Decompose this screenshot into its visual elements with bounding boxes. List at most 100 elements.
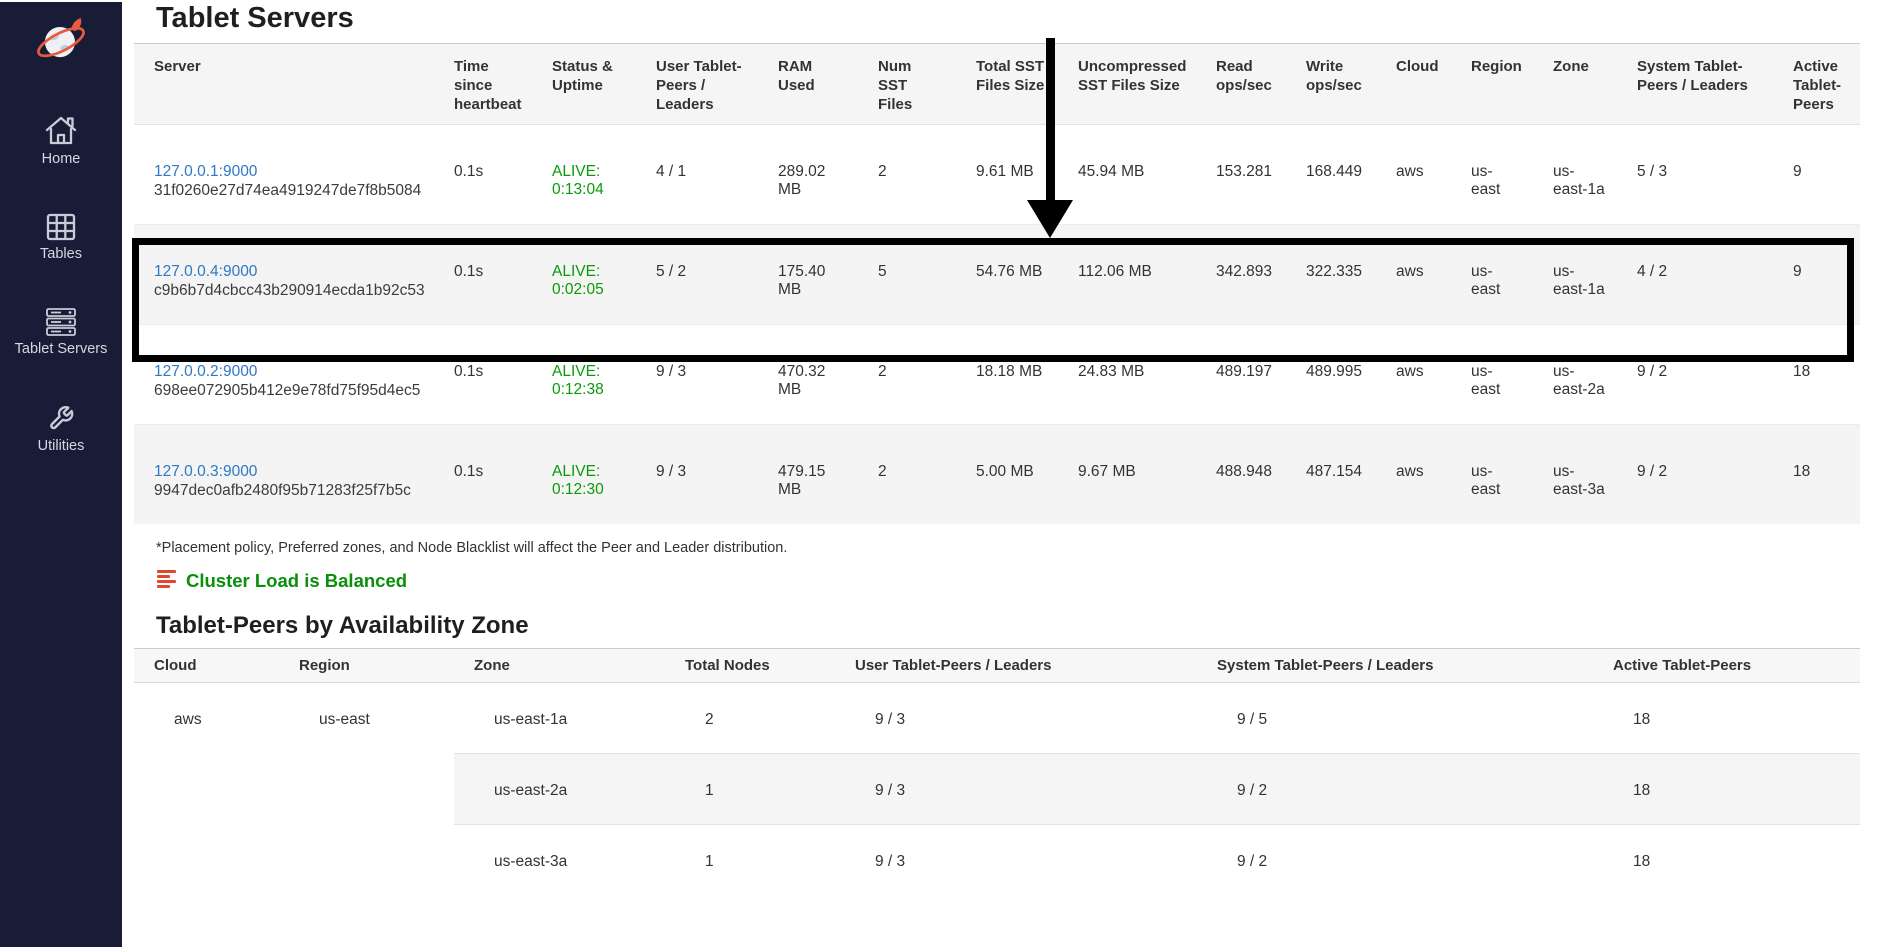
col-num-sst: Num SST Files [858,44,956,125]
read-ops-cell: 489.197 [1196,325,1286,425]
sidebar-item-tablet-servers[interactable]: Tablet Servers [15,306,108,357]
active-peers-cell: 18 [1593,825,1860,896]
num-sst-cell: 5 [858,225,956,325]
sidebar-item-utilities[interactable]: Utilities [38,401,85,454]
col-status: Status & Uptime [532,44,636,125]
total-sst-cell: 54.76 MB [956,225,1058,325]
sidebar-item-label: Home [42,151,81,167]
user-peers-cell: 4 / 1 [636,125,758,225]
zone-cell: us-east-1a [1533,125,1617,225]
user-peers-cell: 9 / 3 [636,325,758,425]
col-system-peers: System Tablet-Peers / Leaders [1197,649,1593,683]
col-user-peers: User Tablet-Peers / Leaders [636,44,758,125]
tablet-servers-table: Server Time since heartbeat Status & Upt… [134,43,1860,524]
server-uuid: 698ee072905b412e9e78fd75f95d4ec5 [154,382,422,400]
heartbeat-cell: 0.1s [434,425,532,525]
heartbeat-cell: 0.1s [434,325,532,425]
cluster-balance-status: Cluster Load is Balanced [156,568,1878,594]
server-uuid: 9947dec0afb2480f95b71283f25f7b5c [154,482,422,500]
server-stack-icon [43,306,79,338]
home-icon [43,114,79,148]
status-cell: ALIVE: 0:13:04 [532,125,636,225]
active-peers-cell: 18 [1773,325,1860,425]
user-peers-cell: 9 / 3 [835,825,1197,896]
col-uncompressed-sst: Uncompressed SST Files Size [1058,44,1196,125]
user-peers-cell: 9 / 3 [636,425,758,525]
num-sst-cell: 2 [858,125,956,225]
zone-cell: us-east-2a [454,754,665,825]
col-active-peers: Active Tablet-Peers [1593,649,1860,683]
user-peers-cell: 9 / 3 [835,754,1197,825]
write-ops-cell: 322.335 [1286,225,1376,325]
total-sst-cell: 18.18 MB [956,325,1058,425]
sidebar-item-tables[interactable]: Tables [40,211,82,262]
server-uuid: c9b6b7d4cbcc43b290914ecda1b92c53 [154,282,422,300]
col-system-peers: System Tablet-Peers / Leaders [1617,44,1773,125]
zone-row: aws us-east us-east-1a 2 9 / 3 9 / 5 18 [134,683,1860,754]
uncompressed-sst-cell: 45.94 MB [1058,125,1196,225]
user-peers-cell: 9 / 3 [835,683,1197,754]
cloud-cell: aws [1376,225,1451,325]
active-peers-cell: 9 [1773,125,1860,225]
system-peers-cell: 9 / 2 [1197,825,1593,896]
col-cloud: Cloud [134,649,279,683]
system-peers-cell: 9 / 2 [1617,425,1773,525]
num-sst-cell: 2 [858,325,956,425]
sidebar-item-label: Utilities [38,438,85,454]
sidebar-item-label: Tablet Servers [15,341,108,357]
status-badge: ALIVE: [552,263,624,281]
system-peers-cell: 9 / 5 [1197,683,1593,754]
region-cell: us-east [279,683,454,896]
num-sst-cell: 2 [858,425,956,525]
heartbeat-cell: 0.1s [434,225,532,325]
uptime-value: 0:02:05 [552,281,624,299]
server-link[interactable]: 127.0.0.1:9000 [154,163,257,180]
col-region: Region [279,649,454,683]
server-link[interactable]: 127.0.0.2:9000 [154,363,257,380]
cloud-cell: aws [1376,125,1451,225]
region-cell: us-east [1451,225,1533,325]
active-peers-cell: 18 [1593,683,1860,754]
zones-table: Cloud Region Zone Total Nodes User Table… [134,648,1860,895]
zones-header-row: Cloud Region Zone Total Nodes User Table… [134,649,1860,683]
yugabyte-logo-icon[interactable] [34,14,88,70]
col-total-sst: Total SST Files Size [956,44,1058,125]
col-zone: Zone [454,649,665,683]
server-link[interactable]: 127.0.0.4:9000 [154,263,257,280]
cloud-cell: aws [134,683,279,896]
zone-cell: us-east-1a [1533,225,1617,325]
uptime-value: 0:13:04 [552,181,624,199]
total-sst-cell: 5.00 MB [956,425,1058,525]
col-active-peers: Active Tablet-Peers [1773,44,1860,125]
balance-status-text: Cluster Load is Balanced [186,570,407,592]
read-ops-cell: 153.281 [1196,125,1286,225]
ram-cell: 479.15 MB [758,425,858,525]
server-link[interactable]: 127.0.0.3:9000 [154,463,257,480]
cloud-cell: aws [1376,325,1451,425]
ram-cell: 175.40 MB [758,225,858,325]
uptime-value: 0:12:30 [552,481,624,499]
col-total-nodes: Total Nodes [665,649,835,683]
server-uuid: 31f0260e27d74ea4919247de7f8b5084 [154,182,422,200]
read-ops-cell: 488.948 [1196,425,1286,525]
sidebar-item-home[interactable]: Home [42,114,81,167]
wrench-icon [44,401,78,435]
servers-header-row: Server Time since heartbeat Status & Upt… [134,44,1860,125]
user-peers-cell: 5 / 2 [636,225,758,325]
total-sst-cell: 9.61 MB [956,125,1058,225]
status-badge: ALIVE: [552,363,624,381]
region-cell: us-east [1451,425,1533,525]
system-peers-cell: 4 / 2 [1617,225,1773,325]
zone-cell: us-east-1a [454,683,665,754]
zone-cell: us-east-2a [1533,325,1617,425]
placement-footnote: *Placement policy, Preferred zones, and … [156,540,1878,556]
system-peers-cell: 9 / 2 [1197,754,1593,825]
table-row: 127.0.0.3:9000 9947dec0afb2480f95b71283f… [134,425,1860,525]
heartbeat-cell: 0.1s [434,125,532,225]
uptime-value: 0:12:38 [552,381,624,399]
total-nodes-cell: 1 [665,825,835,896]
uncompressed-sst-cell: 9.67 MB [1058,425,1196,525]
system-peers-cell: 9 / 2 [1617,325,1773,425]
read-ops-cell: 342.893 [1196,225,1286,325]
col-write-ops: Write ops/sec [1286,44,1376,125]
